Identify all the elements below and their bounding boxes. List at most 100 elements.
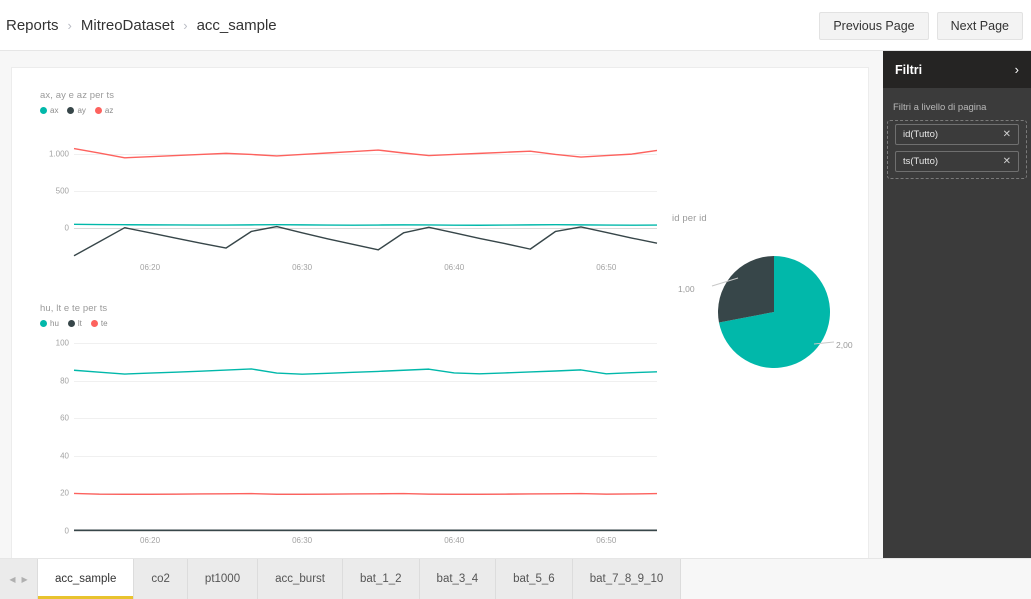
legend-item-hu[interactable]: hu [40, 319, 59, 328]
plot-area-humidity: 0 20 40 60 80 100 06:20 06:30 06:40 06:50 [56, 339, 658, 545]
breadcrumb-separator-icon: › [183, 18, 188, 33]
series-line-te [73, 492, 658, 496]
series-lines [73, 147, 658, 257]
chart-title-pie: id per id [672, 213, 707, 224]
chevron-right-icon[interactable]: › [1015, 63, 1019, 76]
page-tab-label: bat_5_6 [513, 573, 555, 585]
page-tab-acc_sample[interactable]: acc_sample [38, 559, 135, 599]
page-navigation-buttons: Previous Page Next Page [819, 0, 1023, 51]
legend-swatch-ax [40, 107, 47, 114]
filter-card-label-id: id(Tutto) [903, 129, 939, 140]
visual-humidity-line-chart[interactable]: hu, lt e te per ts hu lt te 0 20 40 60 8… [40, 303, 660, 545]
tab-scroll-controls: ◀ ▶ [0, 559, 38, 599]
legend-swatch-az [94, 107, 102, 114]
x-axis-tick-label: 06:50 [596, 263, 617, 272]
legend-swatch-lt [67, 320, 75, 327]
page-tab-label: bat_3_4 [436, 573, 479, 585]
legend-item-ay[interactable]: ay [67, 106, 86, 115]
filter-pane: Filtri › Filtri a livello di pagina id(T… [883, 51, 1031, 558]
visual-acc-line-chart[interactable]: ax, ay e az per ts ax ay az 0 500 1.000 … [40, 90, 660, 305]
page-tab-bar: ◀ ▶ acc_sample co2 pt1000 acc_burst bat_1_2 b… [0, 558, 1031, 599]
y-axis-tick-label: 40 [60, 451, 69, 461]
next-page-button[interactable]: Next Page [936, 11, 1023, 40]
chart-title-acc: ax, ay e az per ts [40, 90, 115, 101]
filter-pane-title: Filtri [895, 62, 923, 77]
pie-leader-line [813, 341, 835, 345]
legend-item-az[interactable]: az [94, 106, 114, 115]
filter-pane-header: Filtri › [883, 51, 1031, 88]
legend-item-te[interactable]: te [90, 319, 108, 328]
power-bi-report-page: Reports › MitreoDataset › acc_sample Pre… [0, 0, 1031, 599]
filter-pane-section-label: Filtri a livello di pagina [893, 102, 987, 113]
page-tab-bat_1_2[interactable]: bat_1_2 [342, 559, 420, 599]
page-tab-label: acc_sample [55, 573, 117, 585]
chart-legend-acc: ax ay az [40, 106, 660, 115]
page-tabs: acc_sample co2 pt1000 acc_burst bat_1_2 bat_3… [38, 559, 682, 599]
series-lines [73, 368, 658, 531]
axis-line [74, 531, 657, 532]
page-tab-label: acc_burst [275, 573, 325, 585]
filter-card-label-ts: ts(Tutto) [903, 156, 939, 167]
legend-label-hu: hu [50, 319, 59, 328]
page-tab-bat_7_8_9_10[interactable]: bat_7_8_9_10 [572, 559, 682, 599]
report-canvas: ax, ay e az per ts ax ay az 0 500 1.000 … [12, 68, 868, 558]
close-icon[interactable]: ✕ [1003, 156, 1011, 167]
x-axis-tick-label: 06:20 [140, 536, 161, 545]
legend-label-lt: lt [77, 319, 82, 328]
plot-area-acc: 0 500 1.000 06:20 06:30 06:40 06:50 [49, 136, 658, 272]
pie-data-label-1,00: 1,00 [678, 284, 695, 294]
series-line-az [73, 147, 658, 159]
x-axis-tick-label: 06:20 [140, 263, 161, 272]
chart-title-humidity: hu, lt e te per ts [40, 303, 108, 314]
previous-page-button[interactable]: Previous Page [819, 11, 929, 40]
visual-id-pie-chart[interactable]: id per id 1,00 2,00 [672, 213, 862, 428]
legend-item-ax[interactable]: ax [40, 106, 58, 115]
page-tab-bat_5_6[interactable]: bat_5_6 [496, 559, 573, 599]
breadcrumb-item-current-page[interactable]: acc_sample [197, 17, 277, 34]
y-axis-tick-label: 100 [55, 338, 69, 348]
x-axis-tick-label: 06:40 [444, 263, 465, 272]
y-axis-tick-label: 60 [60, 413, 69, 423]
chevron-right-icon[interactable]: ▶ [20, 575, 30, 584]
legend-swatch-hu [40, 320, 47, 327]
pie-data-label-2,00: 2,00 [836, 340, 853, 350]
page-tab-co2[interactable]: co2 [134, 559, 188, 599]
y-axis-tick-label: 1.000 [48, 149, 69, 159]
breadcrumb-separator-icon: › [67, 18, 72, 33]
report-stage: ax, ay e az per ts ax ay az 0 500 1.000 … [0, 51, 1031, 558]
breadcrumb-item-reports[interactable]: Reports [6, 17, 59, 34]
filter-card-id[interactable]: id(Tutto) ✕ [895, 124, 1019, 145]
breadcrumb-item-dataset[interactable]: MitreoDataset [81, 17, 174, 34]
page-tab-label: pt1000 [204, 573, 241, 585]
breadcrumb: Reports › MitreoDataset › acc_sample [6, 0, 277, 51]
series-line-ax [73, 223, 658, 226]
legend-label-te: te [100, 319, 108, 328]
filter-card-ts[interactable]: ts(Tutto) ✕ [895, 151, 1019, 172]
series-line-hu [73, 368, 658, 375]
legend-item-lt[interactable]: lt [67, 319, 82, 328]
page-tab-label: bat_7_8_9_10 [589, 573, 664, 585]
chevron-left-icon[interactable]: ◀ [7, 575, 17, 584]
y-axis-tick-label: 0 [64, 223, 69, 233]
page-tab-pt1000[interactable]: pt1000 [187, 559, 259, 599]
page-tab-label: co2 [151, 573, 170, 585]
close-icon[interactable]: ✕ [1003, 129, 1011, 140]
legend-label-ax: ax [50, 106, 59, 115]
series-line-ay [73, 225, 658, 257]
y-axis-tick-label: 0 [64, 526, 69, 536]
chart-legend-humidity: hu lt te [40, 319, 660, 328]
x-axis-tick-label: 06:40 [444, 536, 465, 545]
y-axis-tick-label: 20 [60, 488, 69, 498]
page-tab-label: bat_1_2 [359, 573, 402, 585]
x-axis-tick-label: 06:30 [292, 536, 313, 545]
filter-cards: id(Tutto) ✕ ts(Tutto) ✕ [888, 124, 1026, 172]
top-bar: Reports › MitreoDataset › acc_sample Pre… [0, 0, 1031, 51]
legend-swatch-ay [67, 107, 75, 114]
page-tab-acc_burst[interactable]: acc_burst [258, 559, 343, 599]
page-tab-bat_3_4[interactable]: bat_3_4 [419, 559, 497, 599]
legend-swatch-te [90, 320, 98, 327]
legend-label-az: az [104, 106, 114, 115]
pie-area: 1,00 2,00 [678, 256, 853, 368]
y-axis-tick-label: 500 [55, 186, 69, 196]
filter-cards-container: id(Tutto) ✕ ts(Tutto) ✕ [887, 120, 1027, 179]
